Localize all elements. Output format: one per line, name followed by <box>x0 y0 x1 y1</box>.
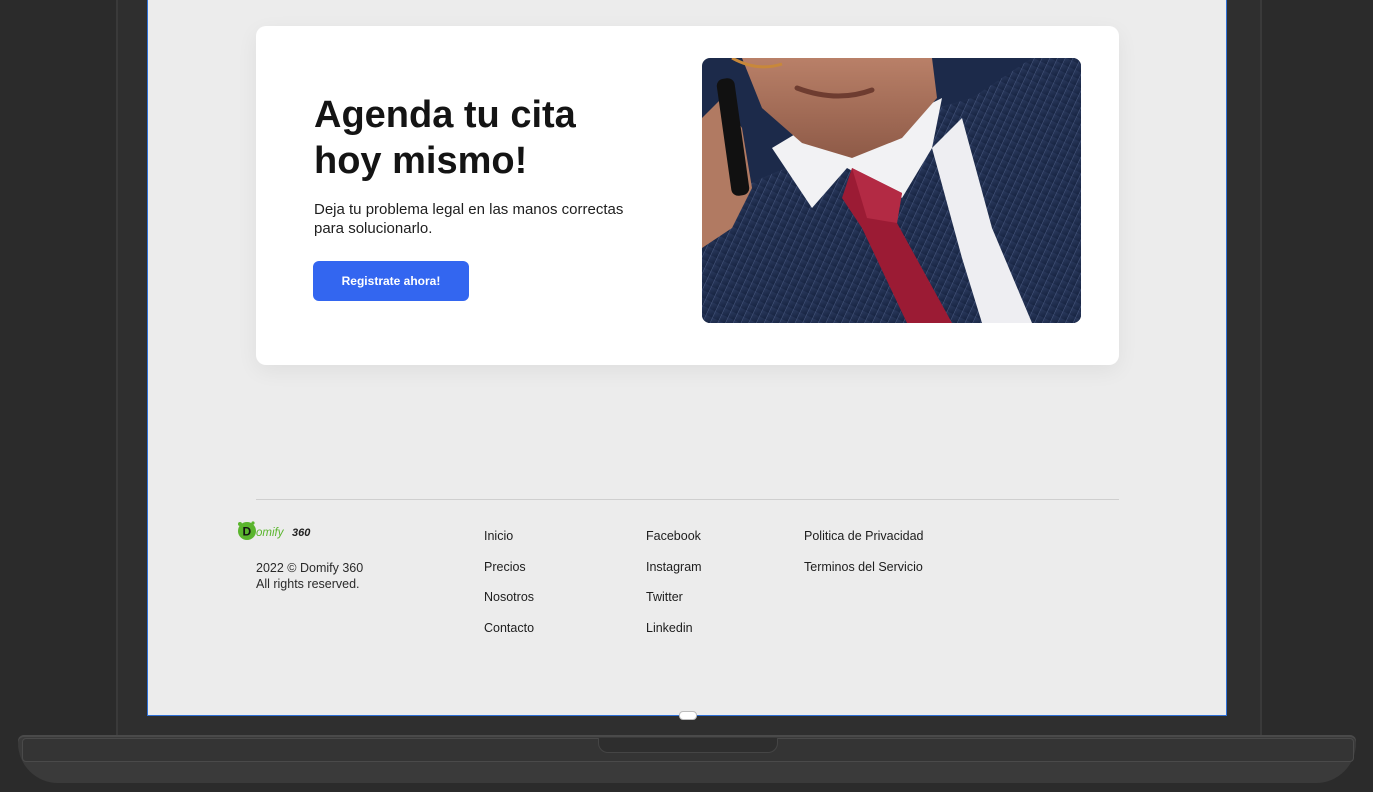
footer-link-contacto[interactable]: Contacto <box>484 617 534 648</box>
svg-text:D: D <box>243 525 252 539</box>
footer-link-precios[interactable]: Precios <box>484 556 534 587</box>
footer-link-instagram[interactable]: Instagram <box>646 556 702 587</box>
footer-legal-column: Politica de Privacidad Terminos del Serv… <box>804 525 924 586</box>
footer-link-nosotros[interactable]: Nosotros <box>484 586 534 617</box>
copyright: 2022 © Domify 360 All rights reserved. <box>256 560 363 592</box>
footer-link-facebook[interactable]: Facebook <box>646 525 702 556</box>
footer-link-twitter[interactable]: Twitter <box>646 586 702 617</box>
laptop-notch <box>598 738 778 753</box>
cta-card: Agenda tu cita hoy mismo! Deja tu proble… <box>256 26 1119 365</box>
footer-social-column: Facebook Instagram Twitter Linkedin <box>646 525 702 647</box>
browser-viewport: Agenda tu cita hoy mismo! Deja tu proble… <box>147 0 1227 716</box>
resize-handle[interactable] <box>679 711 697 720</box>
footer-link-privacy[interactable]: Politica de Privacidad <box>804 525 924 556</box>
copyright-line-2: All rights reserved. <box>256 577 360 591</box>
footer-divider <box>256 499 1119 500</box>
svg-text:omify: omify <box>256 527 285 539</box>
domify-logo[interactable]: D omify 360 <box>236 519 326 543</box>
cta-title: Agenda tu cita hoy mismo! <box>314 94 576 182</box>
copyright-line-1: 2022 © Domify 360 <box>256 561 364 575</box>
footer-nav-column: Inicio Precios Nosotros Contacto <box>484 525 534 647</box>
cta-description: Deja tu problema legal en las manos corr… <box>314 201 624 237</box>
footer-link-terms[interactable]: Terminos del Servicio <box>804 556 924 587</box>
footer-link-inicio[interactable]: Inicio <box>484 525 534 556</box>
businessman-photo <box>702 58 1081 323</box>
footer-link-linkedin[interactable]: Linkedin <box>646 617 702 648</box>
register-button[interactable]: Registrate ahora! <box>313 261 469 301</box>
svg-text:360: 360 <box>292 527 311 539</box>
